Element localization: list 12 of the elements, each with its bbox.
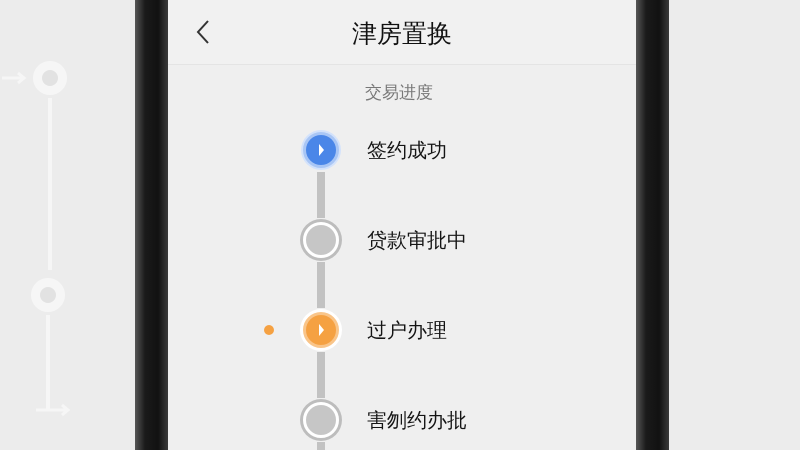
section-title: 交易进度 — [365, 82, 433, 104]
chevron-icon — [317, 143, 325, 157]
step-label: 害刎约办批 — [367, 406, 467, 434]
page-title: 津房置换 — [352, 18, 452, 50]
step-label: 贷款审批中 — [367, 226, 467, 254]
step-label: 签约成功 — [367, 136, 447, 164]
back-icon[interactable] — [196, 19, 210, 45]
step-node — [303, 402, 339, 438]
step-node — [303, 222, 339, 258]
step-label: 过户办理 — [367, 316, 447, 344]
chevron-icon — [317, 323, 325, 337]
status-dot — [264, 325, 274, 335]
